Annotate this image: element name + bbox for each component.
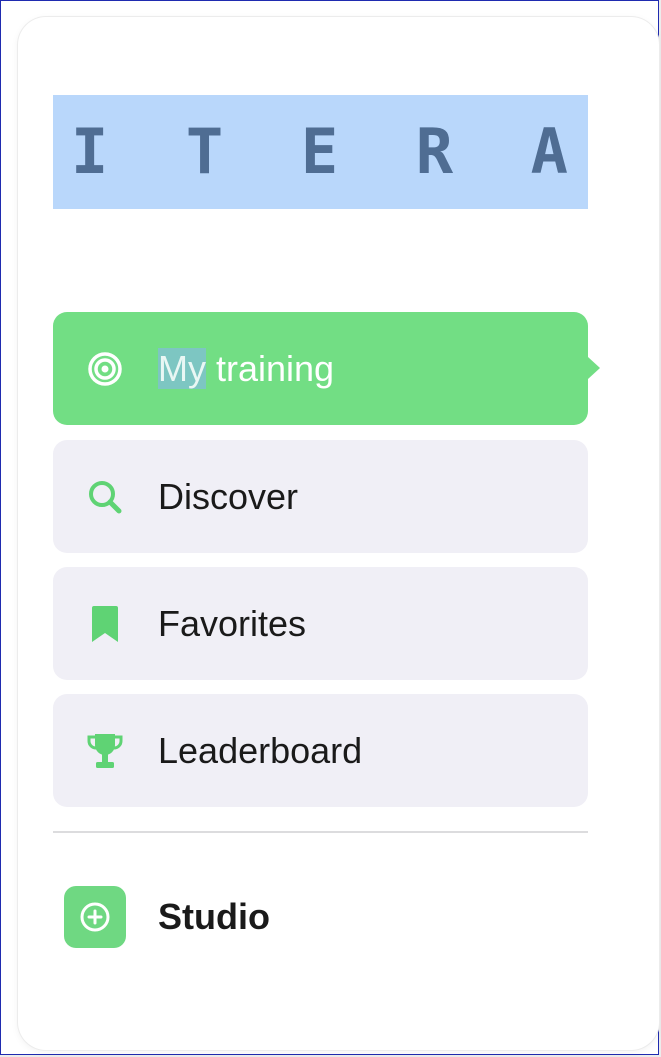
logo-letter: T [185,115,224,188]
label-text: training [206,347,335,389]
sidebar-item-my-training[interactable]: My training [53,312,588,425]
sidebar-item-label: Favorites [158,602,307,644]
divider [53,831,588,833]
studio-label: Studio [158,896,270,937]
logo-letter: A [530,115,568,188]
sidebar-item-favorites[interactable]: Favorites [53,567,588,680]
bookmark-icon [85,604,125,644]
studio-button[interactable]: Studio [53,884,588,950]
sidebar-item-discover[interactable]: Discover [53,440,588,553]
logo-letter: I [71,115,109,188]
add-circle-icon [64,886,126,948]
sidebar-item-label: My training [158,347,335,390]
target-icon [85,349,125,389]
sidebar-item-label: Discover [158,475,299,517]
sidebar-item-label: Leaderboard [158,729,363,771]
sidebar-item-leaderboard[interactable]: Leaderboard [53,694,588,807]
logo-letter: R [415,115,454,188]
app-frame: I T E R A My training Discover Favorites… [0,0,659,1055]
logo-letter: E [300,115,339,188]
text-selection-highlight: My [158,347,206,389]
search-icon [85,477,125,517]
trophy-icon [85,731,125,771]
brand-logo[interactable]: I T E R A [53,95,588,209]
active-indicator-caret [588,357,600,379]
